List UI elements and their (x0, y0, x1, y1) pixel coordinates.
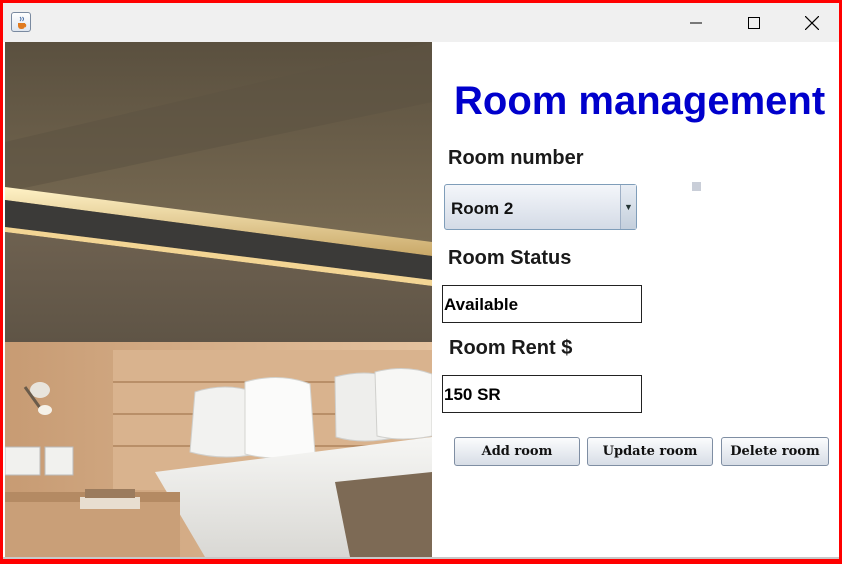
maximize-icon (748, 16, 760, 29)
dropdown-arrow-icon[interactable]: ▼ (620, 185, 636, 229)
title-bar (3, 3, 839, 42)
app-window: Room management Room number Room 2 ▼ Roo… (3, 3, 839, 559)
close-button[interactable] (783, 3, 839, 42)
minimize-button[interactable] (667, 3, 725, 42)
room-status-label: Room Status (448, 247, 572, 269)
minimize-icon (690, 22, 702, 23)
room-number-select[interactable]: Room 2 ▼ (444, 184, 637, 230)
window-bottom-edge (3, 557, 839, 559)
add-room-button[interactable]: Add room (454, 437, 580, 466)
delete-room-button[interactable]: Delete room (721, 437, 829, 466)
room-number-selected-value: Room 2 (451, 199, 514, 218)
hotel-bedroom-photo (5, 42, 432, 557)
java-cup-icon[interactable] (11, 12, 31, 32)
update-room-button[interactable]: Update room (587, 437, 713, 466)
room-number-label: Room number (448, 147, 584, 169)
room-management-panel: Room management Room number Room 2 ▼ Roo… (432, 42, 839, 557)
room-rent-field[interactable]: 150 SR (442, 375, 642, 413)
maximize-button[interactable] (725, 3, 783, 42)
small-square-marker (692, 182, 701, 191)
room-rent-label: Room Rent $ (449, 337, 573, 359)
close-icon (805, 15, 819, 30)
page-title: Room management (454, 79, 826, 123)
room-status-field[interactable]: Available (442, 285, 642, 323)
